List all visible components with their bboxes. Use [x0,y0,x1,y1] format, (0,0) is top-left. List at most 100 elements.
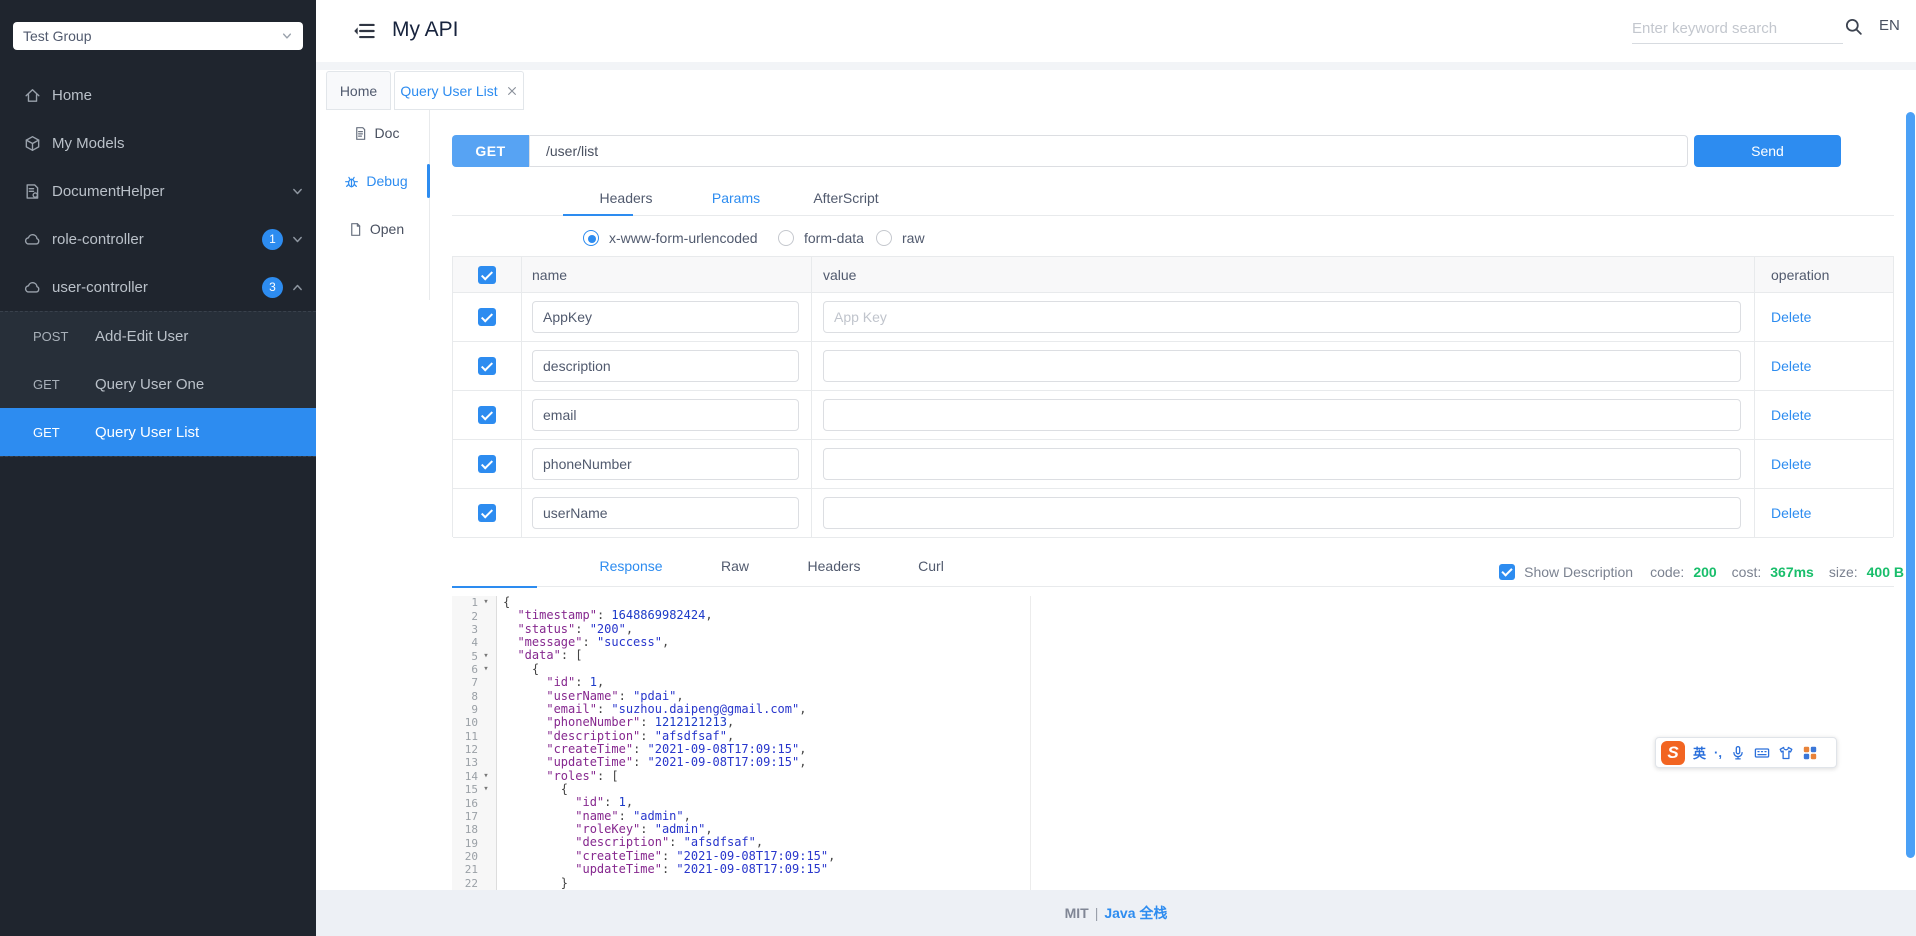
param-value-input[interactable] [823,301,1741,333]
footer-link[interactable]: Java 全栈 [1104,903,1167,923]
response-tab-response[interactable]: Response [599,558,662,574]
sidebar-item-document-helper[interactable]: DocumentHelper [0,167,316,215]
side-nav-debug[interactable]: Debug [326,166,426,196]
radio-button[interactable] [876,230,892,246]
param-value-input[interactable] [823,350,1741,382]
code-token: "id" [546,675,575,689]
sidebar-subitem-query-user-list[interactable]: GETQuery User List [0,408,316,456]
fold-arrow-icon[interactable]: ▾ [478,663,494,676]
sidebar-item-my-models[interactable]: My Models [0,119,316,167]
tab-home[interactable]: Home [326,71,391,110]
ime-punctuation-icon[interactable]: ·, [1714,745,1722,760]
row-checkbox[interactable] [478,357,496,375]
side-nav-label: Debug [366,173,407,189]
column-divider [1754,342,1755,390]
code-token: , [626,622,633,636]
delete-link[interactable]: Delete [1771,489,1811,538]
select-all-checkbox[interactable] [478,266,496,284]
column-divider [1754,293,1755,341]
ime-lang-icon[interactable]: 英 [1693,743,1706,762]
response-tab-headers[interactable]: Headers [808,558,861,574]
delete-link[interactable]: Delete [1771,440,1811,489]
search-icon[interactable] [1844,17,1863,36]
skin-icon[interactable] [1778,745,1794,761]
sidebar-item-role-controller[interactable]: role-controller1 [0,215,316,263]
row-checkbox[interactable] [478,308,496,326]
column-divider [811,489,812,537]
tab-query-user-list[interactable]: Query User List [394,71,524,110]
param-name-input[interactable] [532,399,799,431]
response-tab-raw[interactable]: Raw [721,558,749,574]
param-value-input[interactable] [823,497,1741,529]
request-tab-params[interactable]: Params [712,190,760,206]
url-input[interactable] [529,135,1688,167]
column-divider [1754,489,1755,537]
request-tab-afterscript[interactable]: AfterScript [813,190,878,206]
code-token: , [626,795,633,809]
mic-icon[interactable] [1730,745,1746,761]
code-token [503,809,575,823]
row-checkbox[interactable] [478,406,496,424]
line-number: 8 [452,690,478,703]
sidebar-item-label: My Models [52,135,304,152]
sidebar-item-home[interactable]: Home [0,71,316,119]
code-token: "admin" [633,809,684,823]
show-description-checkbox[interactable] [1499,564,1515,580]
code-token: : [640,715,654,729]
side-nav-open[interactable]: Open [326,214,426,244]
apps-icon[interactable] [1802,745,1818,761]
code-token: : [619,689,633,703]
code-token: "id" [575,795,604,809]
bug-icon [344,174,359,189]
sogou-logo[interactable]: S [1661,741,1685,765]
body-type-radios: x-www-form-urlencoded form-data raw [452,222,1352,254]
sidebar-subitem-add-edit-user[interactable]: POSTAdd-Edit User [0,312,316,360]
delete-link[interactable]: Delete [1771,391,1811,440]
param-value-input[interactable] [823,448,1741,480]
send-button[interactable]: Send [1694,135,1841,167]
request-tab-headers[interactable]: Headers [600,190,653,206]
body-type-form-data[interactable]: form-data [778,222,864,254]
keyboard-icon[interactable] [1754,745,1770,761]
body-type-x-www-form-urlencoded[interactable]: x-www-form-urlencoded [583,222,758,254]
language-switch[interactable]: EN [1879,17,1900,34]
column-divider [521,440,522,488]
delete-link[interactable]: Delete [1771,342,1811,391]
search-input[interactable] [1632,14,1843,44]
code-token: 1 [619,795,626,809]
side-nav-doc[interactable]: Doc [326,118,426,148]
row-checkbox[interactable] [478,455,496,473]
sidebar-subitem-query-user-one[interactable]: GETQuery User One [0,360,316,408]
method-chip[interactable]: GET [452,135,529,167]
stat-label: code: [1650,564,1684,580]
code-token [503,715,546,729]
body-type-raw[interactable]: raw [876,222,925,254]
param-row: Delete [453,342,1893,391]
gutter-row: 2 [452,609,496,622]
param-name-input[interactable] [532,448,799,480]
code-line: } [503,877,1894,890]
delete-link[interactable]: Delete [1771,293,1811,342]
menu-fold-icon[interactable] [352,20,376,42]
code-token: "createTime" [546,742,633,756]
param-name-input[interactable] [532,350,799,382]
sidebar-item-user-controller[interactable]: user-controller3 [0,263,316,311]
fold-arrow-icon[interactable]: ▾ [478,783,494,796]
fold-arrow-icon[interactable]: ▾ [478,770,494,783]
code-token: , [705,822,712,836]
param-value-input[interactable] [823,399,1741,431]
code-token: 1 [590,675,597,689]
response-tab-curl[interactable]: Curl [918,558,944,574]
scrollbar-thumb[interactable] [1906,112,1915,858]
param-name-input[interactable] [532,497,799,529]
row-checkbox[interactable] [478,504,496,522]
radio-button[interactable] [778,230,794,246]
param-name-input[interactable] [532,301,799,333]
column-divider [811,293,812,341]
fold-arrow-icon[interactable]: ▾ [478,596,494,609]
code-token: "admin" [655,822,706,836]
radio-button[interactable] [583,230,599,246]
group-select[interactable]: Test Group [13,22,303,50]
code-token [503,702,546,716]
fold-arrow-icon[interactable]: ▾ [478,650,494,663]
